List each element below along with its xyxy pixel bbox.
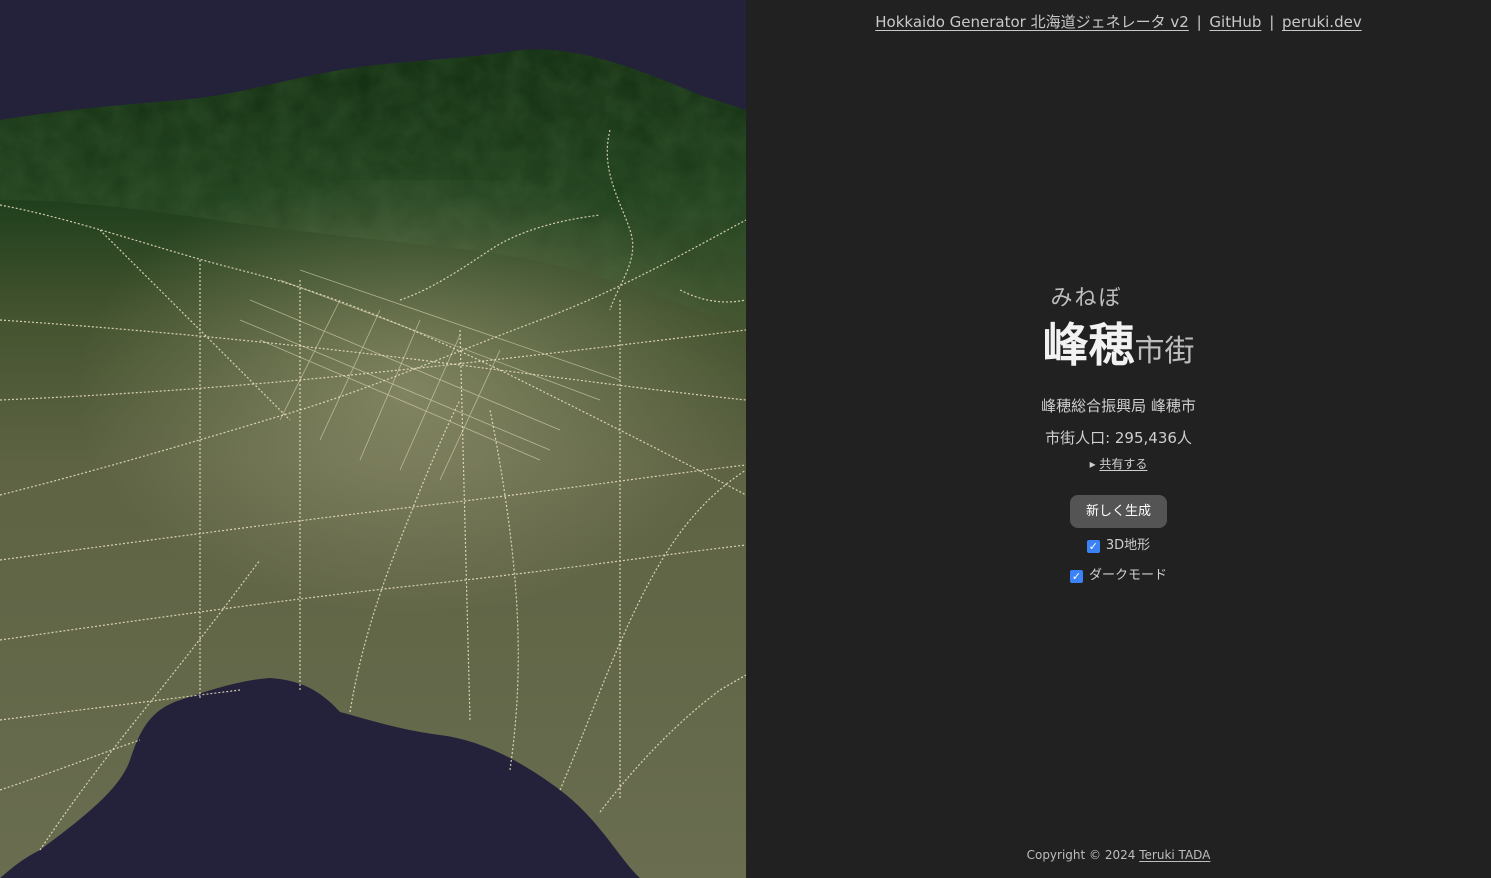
github-link[interactable]: GitHub [1209,13,1261,31]
generate-button[interactable]: 新しく生成 [1069,495,1167,528]
dark-mode-checkbox[interactable]: ✓ [1069,569,1083,583]
terrain-3d-label: 3D地形 [1105,538,1151,553]
app-root: Hokkaido Generator 北海道ジェネレータ v2 | GitHub… [0,0,1491,878]
info-panel: Hokkaido Generator 北海道ジェネレータ v2 | GitHub… [746,0,1491,878]
share-toggle[interactable]: ▸ 共有する [746,455,1491,473]
terrain-3d-option[interactable]: ✓ 3D地形 [746,534,1491,558]
subprefecture-text: 峰穂総合振興局 峰穂市 [1041,397,1196,415]
dark-mode-label: ダークモード [1088,568,1167,583]
terrain-map-svg [0,0,746,878]
town-name-line: 峰穂市街 [746,318,1491,383]
header-separator-2: | [1269,13,1275,31]
terrain-map-canvas[interactable] [0,0,746,878]
town-info: みねぼ 峰穂市街 峰穂総合振興局 峰穂市 市街人口: 295,436人 ▸ 共有… [746,284,1491,588]
share-arrow-icon: ▸ [1089,457,1096,471]
town-name: 峰穂 [1042,318,1135,372]
header-separator: | [1196,13,1202,31]
terrain-3d-checkbox[interactable]: ✓ [1086,539,1100,553]
town-suffix: 市街 [1134,334,1195,369]
footer: Copyright © 2024 Teruki TADA [746,848,1491,862]
author-link[interactable]: Teruki TADA [1139,848,1210,862]
population-text: 市街人口: 295,436人 [1045,429,1192,447]
site-link[interactable]: peruki.dev [1282,13,1362,31]
town-ruby: みねぼ [1050,286,1123,311]
header-links: Hokkaido Generator 北海道ジェネレータ v2 | GitHub… [746,11,1491,32]
app-title-link[interactable]: Hokkaido Generator 北海道ジェネレータ v2 [875,13,1189,31]
share-label: 共有する [1099,457,1148,471]
dark-mode-option[interactable]: ✓ ダークモード [746,564,1491,588]
copyright-text: Copyright © 2024 [1026,848,1136,862]
